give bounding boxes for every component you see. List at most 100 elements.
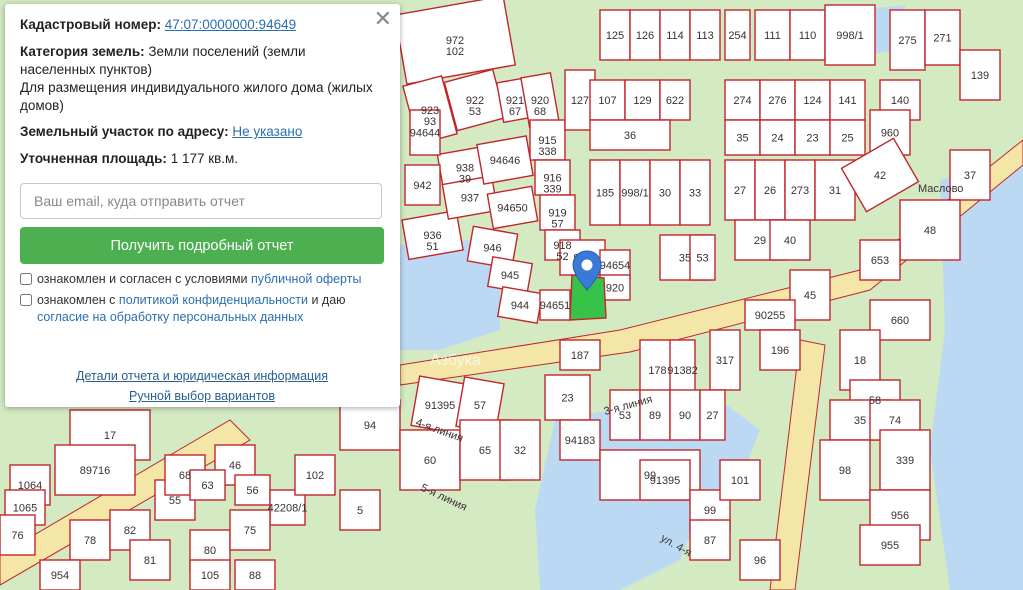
parcel-label: 102 — [306, 470, 324, 482]
parcel-label: 113 — [696, 30, 714, 42]
parcel-label: 942 — [413, 180, 431, 192]
parcel-label: 31 — [829, 185, 841, 197]
parcel-label: 339 — [896, 455, 914, 467]
parcel-label: 37 — [964, 170, 976, 182]
address-row: Земельный участок по адресу: Не указано — [20, 123, 384, 141]
parcel-label: 946 — [483, 243, 501, 255]
parcel-label: 53 — [696, 253, 708, 265]
report-details-link[interactable]: Детали отчета и юридическая информация — [76, 369, 328, 383]
parcel-label: 53 — [469, 106, 481, 118]
area-row: Уточненная площадь: 1 177 кв.м. — [20, 150, 384, 168]
parcel-label: 39 — [459, 174, 471, 186]
parcel-label: 339 — [543, 184, 561, 196]
close-icon[interactable]: ✕ — [374, 8, 392, 30]
parcel-label: 57 — [474, 400, 486, 412]
parcel-label: 141 — [838, 95, 856, 107]
parcel-label: 937 — [461, 193, 479, 205]
parcel-label: 114 — [666, 30, 684, 42]
manual-selection-link[interactable]: Ручной выбор вариантов — [129, 389, 275, 403]
parcel-label: 56 — [246, 485, 258, 497]
parcel-label: 317 — [716, 355, 734, 367]
parcel-label: 35 — [736, 133, 748, 145]
usage-value: Для размещения индивидуального жилого до… — [20, 80, 373, 113]
parcel-label: 653 — [871, 255, 889, 267]
parcel-label: 998/1 — [836, 30, 864, 42]
parcel-label: 40 — [784, 235, 796, 247]
parcel-label: 94644 — [410, 128, 441, 140]
parcel-label: 68 — [534, 106, 546, 118]
watermark-text: Азбука — [430, 352, 481, 369]
parcel-label: 46 — [229, 460, 241, 472]
parcel-label: 94 — [364, 420, 376, 432]
parcel-label: 94183 — [565, 435, 596, 447]
parcel-label: 140 — [891, 95, 909, 107]
parcel-label: 105 — [201, 570, 219, 582]
parcel-label: 27 — [706, 410, 718, 422]
parcel-label: 82 — [124, 525, 136, 537]
parcel-label: 23 — [561, 393, 573, 405]
parcel-label: 107 — [598, 95, 616, 107]
parcel-label: 35 — [854, 415, 866, 427]
consent-offer: ознакомлен и согласен с условиями публич… — [20, 271, 384, 288]
consent-offer-text: ознакомлен и согласен с условиями — [37, 272, 248, 286]
parcel-label: 88 — [249, 570, 261, 582]
parcel-label: 90255 — [755, 310, 786, 322]
consent-privacy: ознакомлен с политикой конфиденциальност… — [20, 292, 384, 326]
parcel-label: 89716 — [80, 465, 111, 477]
parcel-label: 25 — [841, 133, 853, 145]
parcel-label: 63 — [201, 480, 213, 492]
parcel-label: 33 — [689, 188, 701, 200]
parcel-label: 45 — [804, 290, 816, 302]
parcel-label: 87 — [704, 535, 716, 547]
parcel-label: 185 — [596, 188, 614, 200]
parcel-label: 67 — [509, 106, 521, 118]
get-report-button[interactable]: Получить подробный отчет — [20, 227, 384, 264]
parcel-label: 52 — [556, 251, 568, 263]
data-processing-link[interactable]: согласие на обработку персональных данны… — [37, 310, 303, 324]
cadastral-number-link[interactable]: 47:07:0000000:94649 — [165, 17, 296, 32]
privacy-checkbox[interactable] — [20, 294, 32, 306]
email-input[interactable] — [20, 183, 382, 219]
address-link[interactable]: Не указано — [232, 124, 302, 139]
offer-checkbox[interactable] — [20, 273, 32, 285]
parcel-label: 60 — [424, 455, 436, 467]
parcel-label: 1065 — [13, 503, 37, 515]
parcel-label: 271 — [933, 33, 951, 45]
category-row: Категория земель: Земли поселений (земли… — [20, 43, 384, 115]
parcel-label: 196 — [771, 345, 789, 357]
parcel-label: 660 — [891, 315, 909, 327]
parcel-label: 998/1 — [621, 188, 649, 200]
public-offer-link[interactable]: публичной оферты — [251, 272, 361, 286]
parcel-label: 42 — [874, 170, 886, 182]
parcel-label: 5 — [357, 505, 363, 517]
parcel-label: 65 — [479, 445, 491, 457]
privacy-policy-link[interactable]: политикой конфиденциальности — [119, 293, 308, 307]
location-pin-icon[interactable] — [571, 250, 603, 297]
place-name-label: Маслово — [918, 183, 963, 195]
parcel-label: 954 — [51, 570, 69, 582]
parcel-label: 94654 — [600, 260, 631, 272]
parcel-label: 944 — [511, 300, 529, 312]
parcel-label: 17 — [104, 430, 116, 442]
parcel-label: 89 — [649, 410, 661, 422]
parcel-label: 110 — [799, 30, 817, 42]
parcel-label: 57 — [551, 219, 563, 231]
parcel-label: 102 — [446, 46, 464, 58]
category-label: Категория земель: — [20, 44, 145, 59]
parcel-label: 30 — [659, 188, 671, 200]
parcel-label: 955 — [881, 540, 899, 552]
parcel-label: 80 — [204, 545, 216, 557]
parcel-label: 29 — [754, 235, 766, 247]
parcel-label: 96 — [754, 555, 766, 567]
parcel-label: 139 — [971, 70, 989, 82]
parcel-label: 126 — [636, 30, 654, 42]
area-label: Уточненная площадь: — [20, 151, 167, 166]
parcel-label: 945 — [501, 270, 519, 282]
parcel-label: 68 — [179, 470, 191, 482]
parcel-label: 42208/1 — [268, 503, 308, 515]
parcel-label: 32 — [514, 445, 526, 457]
parcel-label: 920 — [606, 283, 624, 295]
parcel-label: 74 — [889, 415, 901, 427]
consent-privacy-text: ознакомлен с — [37, 293, 116, 307]
parcel-label: 91395 — [425, 400, 456, 412]
